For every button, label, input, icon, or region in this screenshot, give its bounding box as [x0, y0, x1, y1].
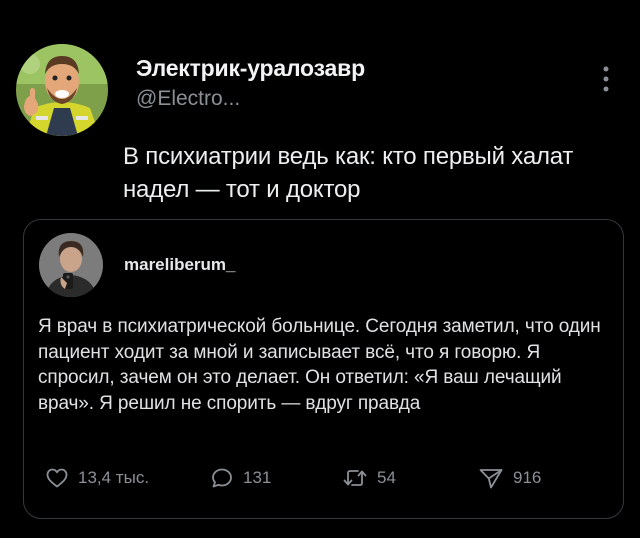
like-button[interactable]: 13,4 тыс. [45, 458, 149, 498]
like-count: 13,4 тыс. [78, 468, 150, 487]
profile-photo-avatar-icon [39, 233, 103, 297]
author-name[interactable]: Электрик-уралозавр [136, 55, 365, 82]
heart-icon [46, 468, 68, 488]
quote-text: Я врач в психиатрической больнице. Сегод… [38, 316, 601, 414]
repost-button[interactable]: 54 [342, 458, 396, 498]
action-bar: 13,4 тыс. 131 54 916 [24, 458, 624, 498]
author-handle[interactable]: @Electro... [136, 87, 240, 111]
repost-count: 54 [377, 468, 396, 487]
cartoon-electrician-avatar-icon [16, 44, 108, 136]
repost-icon [343, 470, 367, 486]
quote-author-avatar[interactable] [39, 233, 103, 297]
reply-button[interactable]: 131 [210, 458, 271, 498]
author-avatar[interactable] [16, 44, 108, 136]
quote-author-name[interactable]: mareliberum_ [124, 255, 236, 275]
share-button[interactable]: 916 [478, 458, 541, 498]
reply-count: 131 [243, 468, 272, 487]
quoted-post-card[interactable]: mareliberum_ Я врач в психиатрической бо… [23, 219, 624, 519]
post-text: В психиатрии ведь как: кто первый халат … [123, 143, 574, 203]
reply-bubble-icon [212, 468, 232, 488]
share-count: 916 [513, 468, 542, 487]
vertical-ellipsis-icon[interactable] [596, 62, 616, 98]
send-share-icon [479, 469, 503, 489]
